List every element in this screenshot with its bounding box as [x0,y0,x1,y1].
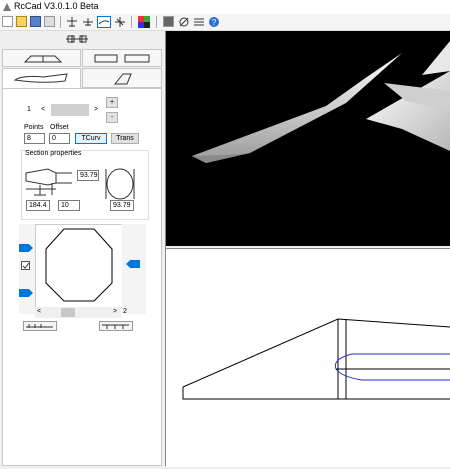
section-width-field[interactable]: 93.79 [110,200,134,211]
fuselage-section-thumb-icon[interactable] [99,321,133,331]
symmetry-checkbox[interactable] [21,261,30,270]
remove-section-button[interactable]: - [106,112,118,123]
right-slider-track[interactable] [122,224,146,314]
toolbar-separator [156,16,157,28]
2d-profile-view[interactable] [166,248,450,467]
svg-text:?: ? [212,18,217,27]
upper-slider-handle[interactable] [19,244,33,252]
trans-button[interactable]: Trans [111,133,139,144]
tab-fuselage-side[interactable] [2,68,81,89]
toolbar-separator [131,16,132,28]
tab-fuselage-top[interactable] [2,49,81,67]
section-panel: 1 < > + - Points Offset 8 0 TCurv Trans … [2,88,162,466]
fin-icon [113,73,132,85]
plane-icon[interactable] [66,16,78,28]
offset-label: Offset [50,124,69,131]
2d-wing-profile [182,318,450,400]
grid-icon[interactable] [163,16,174,27]
section-next-button[interactable]: > [91,105,101,116]
octagon-profile [45,228,113,302]
title-bar: RcCad V3.0.1.0 Beta [0,0,450,14]
help-icon[interactable]: ? [208,16,220,28]
add-section-button[interactable]: + [106,97,118,108]
tcurv-button[interactable]: TCurv [75,133,107,144]
wing-planform-icon [94,54,150,63]
right-slider-handle[interactable] [126,260,140,268]
profile-horizontal-scrollbar[interactable]: < > [35,307,121,318]
lower-slider-handle[interactable] [19,289,33,297]
rgb-icon[interactable] [138,16,150,28]
fuselage-side-thumb-icon[interactable] [23,321,57,331]
tab-wing[interactable] [82,49,162,67]
new-icon[interactable] [2,16,13,27]
scroll-right-button[interactable]: > [113,308,117,315]
save-icon[interactable] [30,16,41,27]
toolbar: ? [0,14,450,31]
wing-icon[interactable] [82,16,94,28]
center-sections-icon[interactable] [64,34,90,44]
offset-field[interactable]: 0 [49,133,70,144]
view-icon[interactable] [178,16,190,28]
scroll-thumb[interactable] [61,308,75,317]
section-height-field[interactable]: 93.79 [77,170,99,181]
left-pane: 1 < > + - Points Offset 8 0 TCurv Trans … [0,31,165,466]
section-length-field[interactable]: 184.4 [26,200,50,211]
settings-icon[interactable] [193,16,205,28]
fuselage-side-icon [13,73,68,83]
section-position-field[interactable]: 10 [58,200,80,211]
section-slider[interactable] [51,104,89,116]
tab-fin[interactable] [82,68,162,88]
left-slider-track[interactable] [19,224,35,314]
section-properties-group: Section properties 93.79 184.4 10 93.79 [21,150,149,220]
checkmark-icon [22,262,30,269]
points-field[interactable]: 8 [24,133,45,144]
scroll-value: 2 [123,308,127,315]
3d-aircraft-render [192,41,450,163]
scroll-left-button[interactable]: < [37,308,41,315]
print-icon[interactable] [44,16,55,27]
section-properties-label: Section properties [25,150,82,157]
open-icon[interactable] [16,16,27,27]
section-index: 1 [27,106,31,113]
curve-icon[interactable] [97,16,111,28]
app-icon [3,3,11,11]
section-prev-button[interactable]: < [38,105,48,116]
toolbar-separator [60,16,61,28]
window-title: RcCad V3.0.1.0 Beta [14,1,99,11]
3d-view[interactable] [166,31,450,246]
tail-icon[interactable] [114,16,126,28]
fuselage-top-icon [23,55,63,63]
profile-editor-canvas[interactable] [35,224,123,308]
points-label: Points [24,124,44,131]
